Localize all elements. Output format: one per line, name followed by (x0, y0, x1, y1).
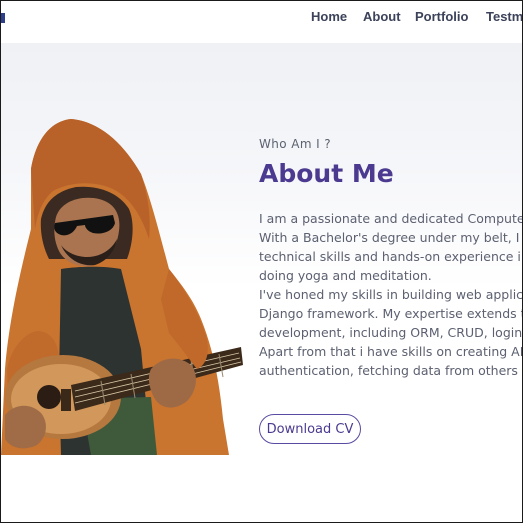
about-eyebrow: Who Am I ? (259, 137, 332, 151)
nav-link-about[interactable]: About (363, 9, 401, 24)
nav-link-home[interactable]: Home (311, 9, 347, 24)
bio-line: I am a passionate and dedicated Computer (259, 211, 522, 226)
bio-line: With a Bachelor's degree under my belt, … (259, 230, 522, 245)
bio-line: Apart from that i have skills on creatin… (259, 344, 522, 359)
bio-line: Django framework. My expertise extends t… (259, 306, 522, 321)
about-bio: I am a passionate and dedicated Computer… (259, 209, 522, 380)
bio-line: I've honed my skills in building web app… (259, 287, 522, 302)
bio-line: doing yoga and meditation. (259, 268, 432, 283)
nav-link-portfolio[interactable]: Portfolio (415, 9, 468, 24)
navbar: Home About Portfolio Testm (1, 1, 522, 43)
bio-line: authentication, fetching data from other… (259, 363, 522, 378)
download-cv-button[interactable]: Download CV (259, 414, 361, 444)
bio-line: technical skills and hands-on experience… (259, 249, 522, 264)
nav-link-testimonials[interactable]: Testm (486, 9, 522, 24)
bio-line: development, including ORM, CRUD, login/… (259, 325, 522, 340)
page: Home About Portfolio Testm Who Am I ? Ab… (0, 0, 523, 523)
profile-photo (1, 119, 243, 455)
about-heading: About Me (259, 159, 394, 188)
logo-fragment[interactable] (1, 13, 5, 23)
